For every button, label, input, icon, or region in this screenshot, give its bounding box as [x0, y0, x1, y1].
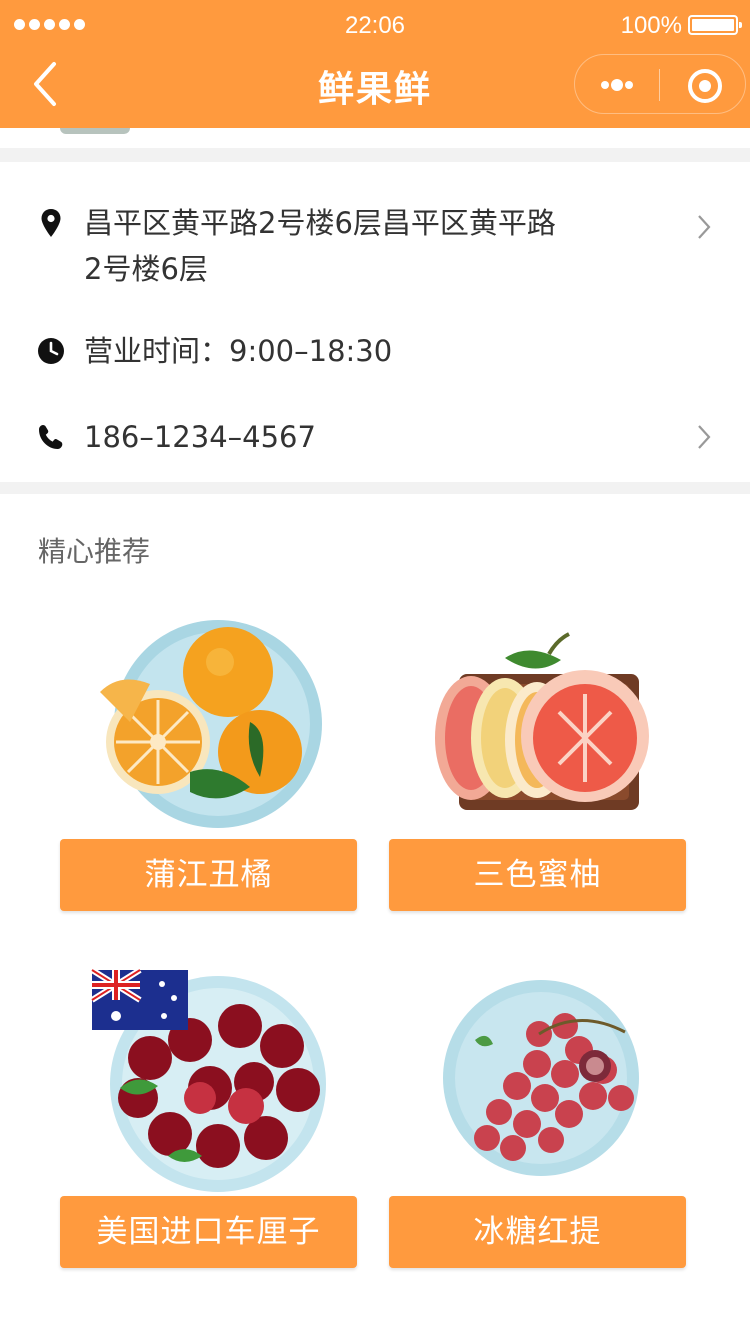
phone-row[interactable]: 186–1234–4567	[0, 414, 750, 460]
close-miniprogram-button[interactable]	[675, 59, 735, 109]
target-circle-icon	[688, 69, 722, 103]
phone-icon	[39, 425, 63, 449]
product-image-pomelo	[435, 632, 649, 810]
business-hours: 营业时间：9:00–18:30	[84, 334, 393, 368]
product-image-grapes	[443, 980, 639, 1176]
product-name-button[interactable]: 冰糖红提	[389, 1196, 686, 1268]
section-title: 精心推荐	[38, 535, 151, 568]
chevron-right-icon	[698, 215, 711, 239]
capsule-divider	[659, 69, 660, 101]
store-info-card: 昌平区黄平路2号楼6层昌平区黄平路 2号楼6层 营业时间：9:00–18:30 …	[0, 162, 750, 482]
store-avatar	[60, 128, 130, 134]
divider	[0, 482, 750, 494]
product-name-button[interactable]: 三色蜜柚	[389, 839, 686, 911]
battery-percent: 100%	[620, 12, 682, 39]
more-dots-icon	[601, 79, 633, 91]
product-image-cherries	[90, 968, 326, 1192]
more-button[interactable]	[589, 59, 649, 109]
miniprogram-capsule	[574, 54, 746, 114]
address-line-1: 昌平区黄平路2号楼6层昌平区黄平路	[84, 206, 556, 240]
battery-icon	[688, 15, 742, 35]
hours-row: 营业时间：9:00–18:30	[0, 328, 750, 374]
phone-number: 186–1234–4567	[84, 420, 316, 454]
clock-icon	[38, 338, 64, 364]
address-row[interactable]: 昌平区黄平路2号楼6层昌平区黄平路 2号楼6层	[0, 200, 750, 300]
location-pin-icon	[41, 209, 61, 237]
product-name-button[interactable]: 蒲江丑橘	[60, 839, 357, 911]
divider	[0, 148, 750, 162]
product-image-tangerine	[100, 620, 322, 828]
navigation-bar: 鲜果鲜	[0, 52, 750, 128]
chevron-right-icon	[698, 425, 711, 449]
product-name-button[interactable]: 美国进口车厘子	[60, 1196, 357, 1268]
address-line-2: 2号楼6层	[84, 252, 208, 286]
status-bar: 22:06 100%	[0, 0, 750, 52]
